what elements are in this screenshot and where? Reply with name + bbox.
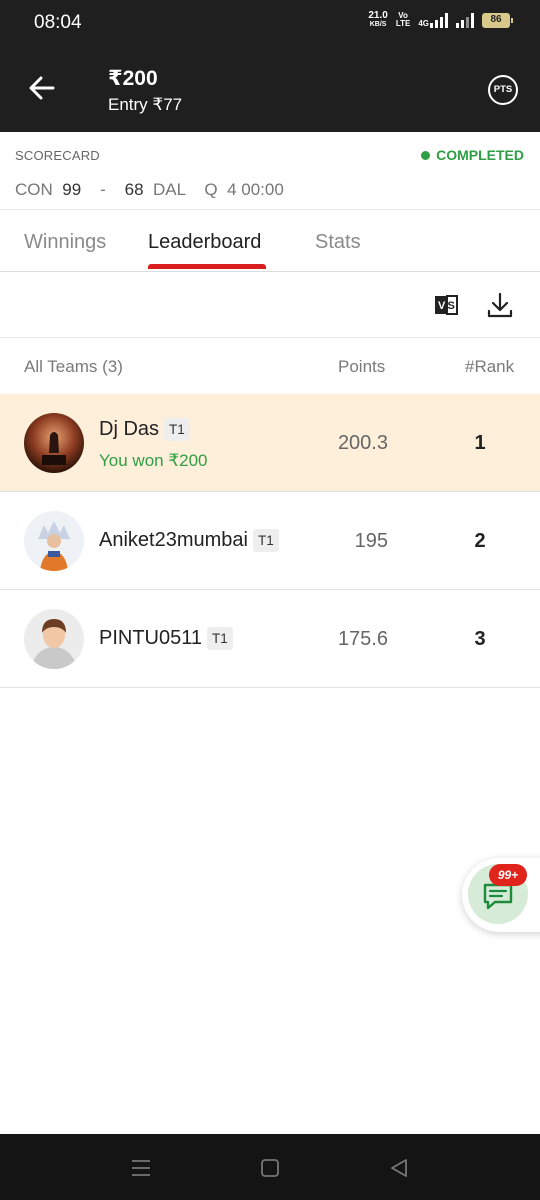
svg-text:V: V	[438, 300, 446, 312]
leaderboard-row[interactable]: Aniket23mumbai T1 195 2	[0, 492, 540, 590]
quarter-label: Q	[204, 180, 218, 199]
leaderboard-row[interactable]: Dj Das T1 You won ₹200 200.3 1	[0, 394, 540, 492]
system-nav-bar	[0, 1134, 540, 1200]
team-rank: 1	[474, 432, 486, 454]
team-name-text: Aniket23mumbai	[99, 529, 248, 551]
tab-stats[interactable]: Stats	[315, 231, 361, 254]
chat-unread-badge: 99+	[489, 864, 527, 886]
points-system-button[interactable]: PTS	[488, 75, 518, 105]
winnings-text: You won ₹200	[99, 451, 208, 470]
team1-score: 99	[62, 180, 82, 199]
leaderboard-toolbar: V S	[0, 272, 540, 338]
team-badge: T1	[207, 627, 233, 650]
team2-score: 68	[124, 180, 144, 199]
contest-entry-fee: Entry ₹77	[108, 95, 183, 114]
status-dot-icon	[421, 150, 431, 160]
network-type: 4G	[418, 19, 429, 28]
volte-indicator: Vo LTE	[396, 12, 411, 28]
team1-name: CON	[15, 180, 53, 199]
scorecard: SCORECARD COMPLETED CON 99 - 68 DAL Q 4 …	[0, 132, 540, 210]
header-all-teams: All Teams (3)	[24, 357, 123, 376]
app-header: ₹200 Entry ₹77 PTS	[0, 48, 540, 132]
score-line: CON 99 - 68 DAL Q 4 00:00	[15, 180, 284, 200]
team-name-text: Dj Das	[99, 418, 160, 440]
active-tab-indicator	[148, 264, 266, 269]
svg-text:S: S	[448, 300, 455, 312]
status-time: 08:04	[34, 12, 82, 33]
status-icons: 21.0 KB/S Vo LTE 4G 86	[368, 11, 513, 29]
signal-4g: 4G	[418, 12, 448, 28]
signal-bars-2-icon	[456, 12, 474, 28]
download-icon[interactable]	[486, 291, 514, 319]
team2-name: DAL	[153, 180, 186, 199]
vs-compare-icon[interactable]: V S	[432, 291, 460, 319]
team-points: 175.6	[337, 628, 388, 650]
team-name-text: PINTU0511	[99, 627, 203, 649]
arrow-left-icon[interactable]	[26, 72, 58, 104]
signal-bars-icon	[430, 12, 448, 28]
network-speed-unit: KB/S	[369, 21, 387, 28]
contest-prize: ₹200	[108, 67, 158, 90]
team-name: Dj Das T1	[99, 418, 190, 441]
leaderboard-header: All Teams (3) Points #Rank	[0, 338, 540, 394]
avatar	[24, 413, 84, 473]
team-badge: T1	[252, 529, 279, 552]
team-badge: T1	[164, 418, 190, 441]
match-status-text: COMPLETED	[436, 147, 524, 163]
team-rank: 3	[474, 628, 486, 650]
leaderboard-row[interactable]: PINTU0511 T1 175.6 3	[0, 590, 540, 688]
header-rank: #Rank	[465, 357, 515, 376]
network-speed: 21.0 KB/S	[368, 11, 387, 29]
team-name: PINTU0511 T1	[99, 627, 233, 650]
avatar	[24, 609, 84, 669]
match-status: COMPLETED	[421, 147, 524, 163]
volte-bottom: LTE	[395, 19, 411, 28]
avatar	[24, 511, 84, 571]
battery-icon: 86	[482, 12, 513, 28]
game-clock: 4 00:00	[227, 180, 284, 199]
header-points: Points	[338, 357, 386, 376]
score-separator: -	[100, 180, 106, 199]
tab-leaderboard[interactable]: Leaderboard	[148, 231, 261, 254]
tab-winnings[interactable]: Winnings	[24, 231, 106, 254]
menu-icon[interactable]	[129, 1156, 153, 1180]
network-speed-value: 21.0	[368, 10, 388, 21]
team-name: Aniket23mumbai T1	[99, 529, 279, 552]
team-rank: 2	[474, 530, 486, 552]
status-bar: 08:04 21.0 KB/S Vo LTE 4G 86	[0, 0, 540, 48]
home-square-icon[interactable]	[258, 1156, 282, 1180]
back-triangle-icon[interactable]	[387, 1156, 411, 1180]
team-points: 200.3	[337, 432, 388, 454]
scorecard-label: SCORECARD	[15, 148, 100, 163]
team-points: 195	[354, 530, 388, 552]
tab-bar: Winnings Leaderboard Stats	[0, 210, 540, 272]
